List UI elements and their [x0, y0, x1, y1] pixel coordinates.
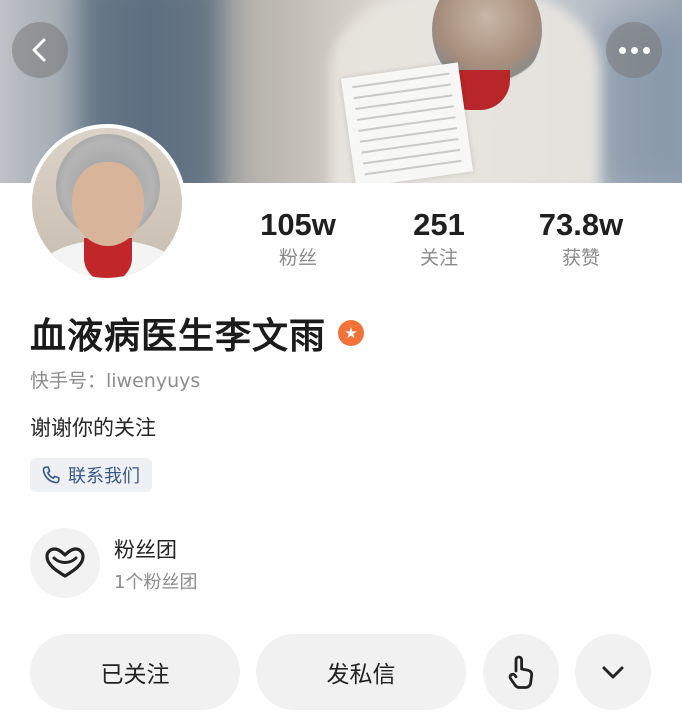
- stat-likes[interactable]: 73.8w 获赞: [511, 206, 651, 272]
- fan-club-title: 粉丝团: [114, 538, 177, 562]
- expand-button[interactable]: [575, 634, 651, 710]
- stats-bar: 105w 粉丝 251 关注 73.8w 获赞: [0, 206, 682, 278]
- chevron-down-icon: [602, 666, 624, 679]
- contact-label: 联系我们: [68, 466, 140, 487]
- action-bar: 已关注 发私信: [0, 634, 682, 710]
- message-button[interactable]: 发私信: [256, 634, 466, 710]
- stat-label: 粉丝: [278, 247, 317, 269]
- heart-outline-icon: [30, 528, 100, 598]
- contact-button[interactable]: 联系我们: [30, 458, 152, 492]
- stat-value: 73.8w: [538, 207, 624, 242]
- fan-club-entry[interactable]: 粉丝团 1个粉丝团: [30, 528, 430, 600]
- profile-bio: 谢谢你的关注: [30, 416, 156, 440]
- stat-value: 251: [413, 207, 465, 242]
- hand-tap-icon: [508, 655, 534, 689]
- stat-fans[interactable]: 105w 粉丝: [228, 206, 368, 272]
- more-dots-icon: [618, 46, 650, 54]
- back-button[interactable]: [12, 22, 68, 78]
- stat-value: 105w: [260, 207, 336, 242]
- chevron-left-icon: [32, 38, 46, 62]
- fan-club-subtitle: 1个粉丝团: [114, 572, 198, 593]
- profile-name: 血液病医生李文雨: [30, 316, 327, 357]
- interact-button[interactable]: [483, 634, 559, 710]
- stat-following[interactable]: 251 关注: [369, 206, 509, 272]
- kuaishou-id: 快手号：liwenyuys: [30, 370, 201, 392]
- phone-icon: [42, 466, 60, 484]
- stat-label: 关注: [419, 247, 458, 269]
- more-button[interactable]: [606, 22, 662, 78]
- star-badge-icon[interactable]: ★: [338, 320, 365, 346]
- stat-label: 获赞: [561, 247, 600, 269]
- name-row: 血液病医生李文雨 ★: [30, 310, 365, 357]
- follow-button[interactable]: 已关注: [30, 634, 240, 710]
